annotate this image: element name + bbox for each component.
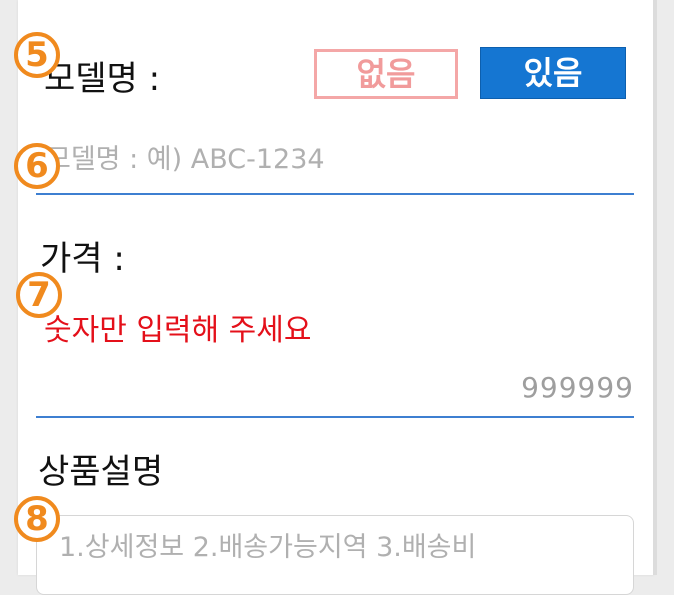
model-input-underline	[36, 193, 634, 195]
step-badge-5: 5	[14, 32, 60, 78]
price-input-underline	[36, 416, 634, 418]
model-input-placeholder[interactable]: 모델명 : 예) ABC-1234	[46, 146, 325, 173]
description-placeholder: 1.상세정보 2.배송가능지역 3.배송비	[59, 532, 477, 563]
scroll-edge	[653, 0, 657, 575]
model-none-button[interactable]: 없음	[314, 49, 458, 99]
step-badge-8: 8	[14, 496, 60, 542]
description-textarea[interactable]: 1.상세정보 2.배송가능지역 3.배송비	[36, 515, 634, 595]
price-label: 가격 :	[40, 239, 125, 279]
step-badge-7: 7	[16, 272, 62, 318]
description-label: 상품설명	[38, 452, 164, 492]
model-label: 모델명 :	[44, 59, 161, 99]
price-warning-text: 숫자만 입력해 주세요	[44, 313, 312, 348]
price-input-value[interactable]: 999999	[521, 374, 634, 402]
model-yes-button[interactable]: 있음	[480, 47, 626, 99]
step-badge-6: 6	[14, 143, 60, 189]
